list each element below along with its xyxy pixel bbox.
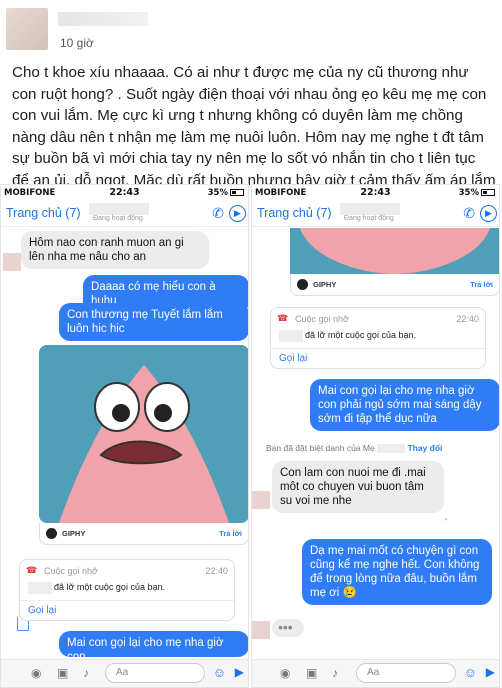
nickname-change-notice: Bạn đã đặt biệt danh của Mẹ Thay đổi — [266, 443, 496, 454]
status-bar: MOBIFONE 22:43 35% — [252, 185, 499, 201]
post-time[interactable]: 10 giờ — [60, 36, 94, 50]
avatar — [252, 621, 270, 639]
message-input[interactable]: Aa — [105, 663, 205, 683]
giphy-icon — [46, 528, 57, 539]
image-icon[interactable]: ▣ — [306, 666, 317, 680]
message-outgoing: Dạ mẹ mai mốt có chuyện gì con cũng kể m… — [302, 539, 492, 605]
missed-call-title: Cuộc gọi nhỡ — [44, 566, 98, 576]
emoji-icon[interactable]: ☺ — [464, 665, 477, 680]
chat-screenshot-right: MOBIFONE 22:43 35% Trang chủ (7) Đang ho… — [251, 184, 500, 688]
giphy-label: GIPHY — [62, 529, 86, 538]
call-back-button[interactable]: Gọi lại — [279, 353, 307, 364]
call-back-button[interactable]: Gọi lại — [28, 605, 56, 616]
gif-footer: GIPHY Trả lời — [290, 274, 499, 296]
avatar — [252, 491, 270, 509]
seen-avatar-icon: ◔ — [442, 515, 449, 526]
status-bar: MOBIFONE 22:43 35% — [1, 185, 248, 201]
nickname-blurred — [377, 444, 406, 454]
emoji-icon[interactable]: ☺ — [213, 665, 226, 680]
divider — [271, 348, 485, 349]
composer: ◉ ▣ ♪ Aa ☺ ▶ — [252, 659, 499, 687]
back-button[interactable]: Trang chủ (7) — [6, 206, 81, 220]
mic-icon[interactable]: ♪ — [332, 666, 338, 680]
like-icon[interactable]: ▶ — [486, 665, 495, 679]
change-nickname-link[interactable]: Thay đổi — [407, 443, 442, 453]
patrick-illustration — [290, 228, 499, 274]
caller-name-blurred — [279, 330, 303, 342]
message-incoming: Con lam con nuoi me đi .mai môt co chuye… — [272, 461, 444, 513]
composer: ◉ ▣ ♪ Aa ☺ ▶ — [1, 659, 248, 687]
missed-call-time: 22:40 — [456, 314, 479, 324]
camera-icon[interactable]: ◉ — [280, 666, 290, 680]
like-icon[interactable]: ▶ — [235, 665, 244, 679]
missed-call-icon: ☎ — [26, 565, 38, 575]
video-icon[interactable]: ▶ — [229, 205, 246, 222]
caller-name-blurred — [28, 582, 52, 594]
message-outgoing: Mai con gọi lại cho mẹ nha giờ con — [59, 631, 248, 657]
gif-patrick[interactable] — [290, 228, 499, 274]
gif-patrick[interactable] — [39, 345, 248, 523]
phone-icon[interactable]: ✆ — [212, 205, 224, 222]
message-incoming: Hôm nao con ranh muon an gi lên nha me n… — [21, 231, 209, 269]
contact-name-blurred — [89, 203, 149, 215]
chat-navbar: Trang chủ (7) Đang hoạt động ✆ ▶ — [1, 201, 248, 227]
message-outgoing: Con thương mẹ Tuyết lắm lắm luôn hic hic — [59, 303, 248, 341]
video-icon[interactable]: ▶ — [480, 205, 497, 222]
battery-percent: 35% — [458, 188, 479, 198]
missed-call-text: đã lỡ một cuộc gọi của bạn. — [305, 330, 416, 340]
active-status: Đang hoạt động — [93, 215, 143, 222]
avatar — [3, 253, 21, 271]
giphy-label: GIPHY — [313, 280, 337, 289]
message-input[interactable]: Aa — [356, 663, 456, 683]
divider — [20, 600, 234, 601]
author-name-blurred[interactable] — [58, 12, 148, 26]
battery-icon — [481, 189, 495, 196]
active-status: Đang hoạt động — [344, 215, 394, 222]
missed-call-time: 22:40 — [205, 566, 228, 576]
battery-icon — [230, 189, 244, 196]
battery-indicator: 35% — [208, 188, 244, 198]
giphy-icon — [297, 279, 308, 290]
chat-navbar: Trang chủ (7) Đang hoạt động ✆ ▶ — [252, 201, 499, 227]
message-outgoing: Mai con gọi lại cho mẹ nha giờ con phải … — [310, 379, 499, 431]
reply-link[interactable]: Trả lời — [219, 529, 242, 538]
nickname-change-text: Bạn đã đặt biệt danh của Mẹ — [266, 443, 375, 453]
reply-link[interactable]: Trả lời — [470, 280, 493, 289]
gif-footer: GIPHY Trả lời — [39, 523, 248, 545]
typing-indicator: ••• — [272, 619, 304, 637]
contact-name-blurred — [340, 203, 400, 215]
chat-screenshot-left: MOBIFONE 22:43 35% Trang chủ (7) Đang ho… — [0, 184, 249, 688]
post-header: 10 giờ — [0, 0, 502, 56]
missed-call-card: ☎ Cuộc gọi nhỡ 22:40 đã lỡ một cuộc gọi … — [19, 559, 235, 621]
back-button[interactable]: Trang chủ (7) — [257, 206, 332, 220]
missed-call-text: đã lỡ một cuộc gọi của bạn. — [54, 582, 165, 592]
missed-call-card: ☎ Cuộc gọi nhỡ 22:40 đã lỡ một cuộc gọi … — [270, 307, 486, 369]
avatar[interactable] — [6, 8, 48, 50]
missed-call-icon: ☎ — [277, 313, 289, 323]
phone-icon[interactable]: ✆ — [463, 205, 475, 222]
battery-indicator: 35% — [459, 188, 495, 198]
camera-icon[interactable]: ◉ — [31, 666, 41, 680]
missed-call-title: Cuộc gọi nhỡ — [295, 314, 349, 324]
image-icon[interactable]: ▣ — [57, 666, 68, 680]
mic-icon[interactable]: ♪ — [83, 666, 89, 680]
battery-percent: 35% — [207, 188, 228, 198]
patrick-illustration — [39, 345, 248, 523]
